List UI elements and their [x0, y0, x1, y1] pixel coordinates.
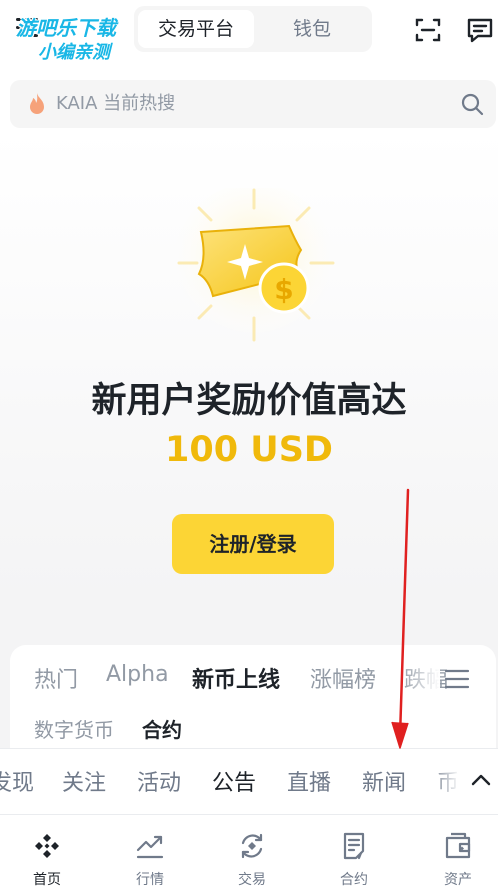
nav-home[interactable]: 首页: [7, 815, 87, 886]
watermark-line-2: 小编亲测: [38, 42, 110, 63]
wallet-icon: [445, 832, 471, 859]
tab-new-listings[interactable]: 新币上线: [192, 662, 280, 694]
tab-exchange[interactable]: 交易平台: [138, 10, 254, 48]
tab-activities[interactable]: 活动: [137, 765, 181, 797]
bottom-nav: 首页 行情 交易 合约 资产: [0, 814, 498, 886]
contract-document-icon: [343, 832, 365, 860]
nav-futures-label: 合约: [340, 872, 368, 886]
list-menu-icon[interactable]: [444, 668, 470, 690]
search-placeholder: KAIA 当前热搜: [56, 93, 176, 114]
subtab-crypto[interactable]: 数字货币: [34, 714, 114, 743]
fire-icon: [30, 93, 44, 114]
tab-announcements[interactable]: 公告: [212, 765, 256, 797]
tab-wallet[interactable]: 钱包: [256, 10, 368, 48]
svg-text:$: $: [274, 273, 293, 306]
app-screen: 游吧乐下载 小编亲测 交易平台 钱包 KAIA 当前热搜 $ 新用户奖励价值高达…: [0, 0, 498, 886]
nav-assets-label: 资产: [444, 872, 472, 886]
exchange-icon: [241, 833, 263, 859]
watermark-line-1: 游吧乐下载: [16, 16, 116, 40]
nav-home-label: 首页: [33, 872, 61, 886]
tab-alpha[interactable]: Alpha: [106, 662, 169, 687]
nav-trade[interactable]: 交易: [212, 815, 292, 886]
tab-news[interactable]: 新闻: [362, 765, 406, 797]
nav-assets[interactable]: 资产: [418, 815, 498, 886]
tab-following[interactable]: 关注: [62, 765, 106, 797]
tab-discover[interactable]: 发现: [0, 765, 34, 797]
feed-fade: [430, 750, 460, 810]
tab-hot[interactable]: 热门: [34, 662, 78, 694]
search-bar[interactable]: KAIA 当前热搜: [10, 80, 496, 128]
signup-login-button[interactable]: 注册/登录: [172, 514, 334, 574]
top-bar: 游吧乐下载 小编亲测 交易平台 钱包: [0, 0, 498, 63]
reward-ticket-illustration: $: [174, 188, 335, 343]
nav-markets[interactable]: 行情: [110, 815, 190, 886]
search-icon[interactable]: [460, 92, 484, 116]
platform-switch: 交易平台 钱包: [134, 6, 372, 52]
trend-chart-icon: [136, 835, 164, 859]
tab-live[interactable]: 直播: [287, 765, 331, 797]
nav-trade-label: 交易: [238, 872, 266, 886]
subtab-futures[interactable]: 合约: [142, 714, 182, 743]
scan-icon[interactable]: [414, 16, 442, 44]
promo-amount: 100 USD: [165, 430, 333, 470]
chevron-up-icon[interactable]: [470, 772, 492, 788]
message-icon[interactable]: [466, 16, 494, 44]
home-logo-icon: [35, 834, 59, 858]
promo-title: 新用户奖励价值高达: [91, 381, 407, 421]
feed-tabs: 发现 关注 活动 公告 直播 新闻 币: [0, 748, 498, 814]
nav-markets-label: 行情: [136, 872, 164, 886]
watermark-logo: 游吧乐下载 小编亲测: [12, 10, 152, 70]
nav-futures[interactable]: 合约: [314, 815, 394, 886]
annotation-arrow: [391, 488, 410, 749]
tab-gainers[interactable]: 涨幅榜: [310, 662, 376, 694]
